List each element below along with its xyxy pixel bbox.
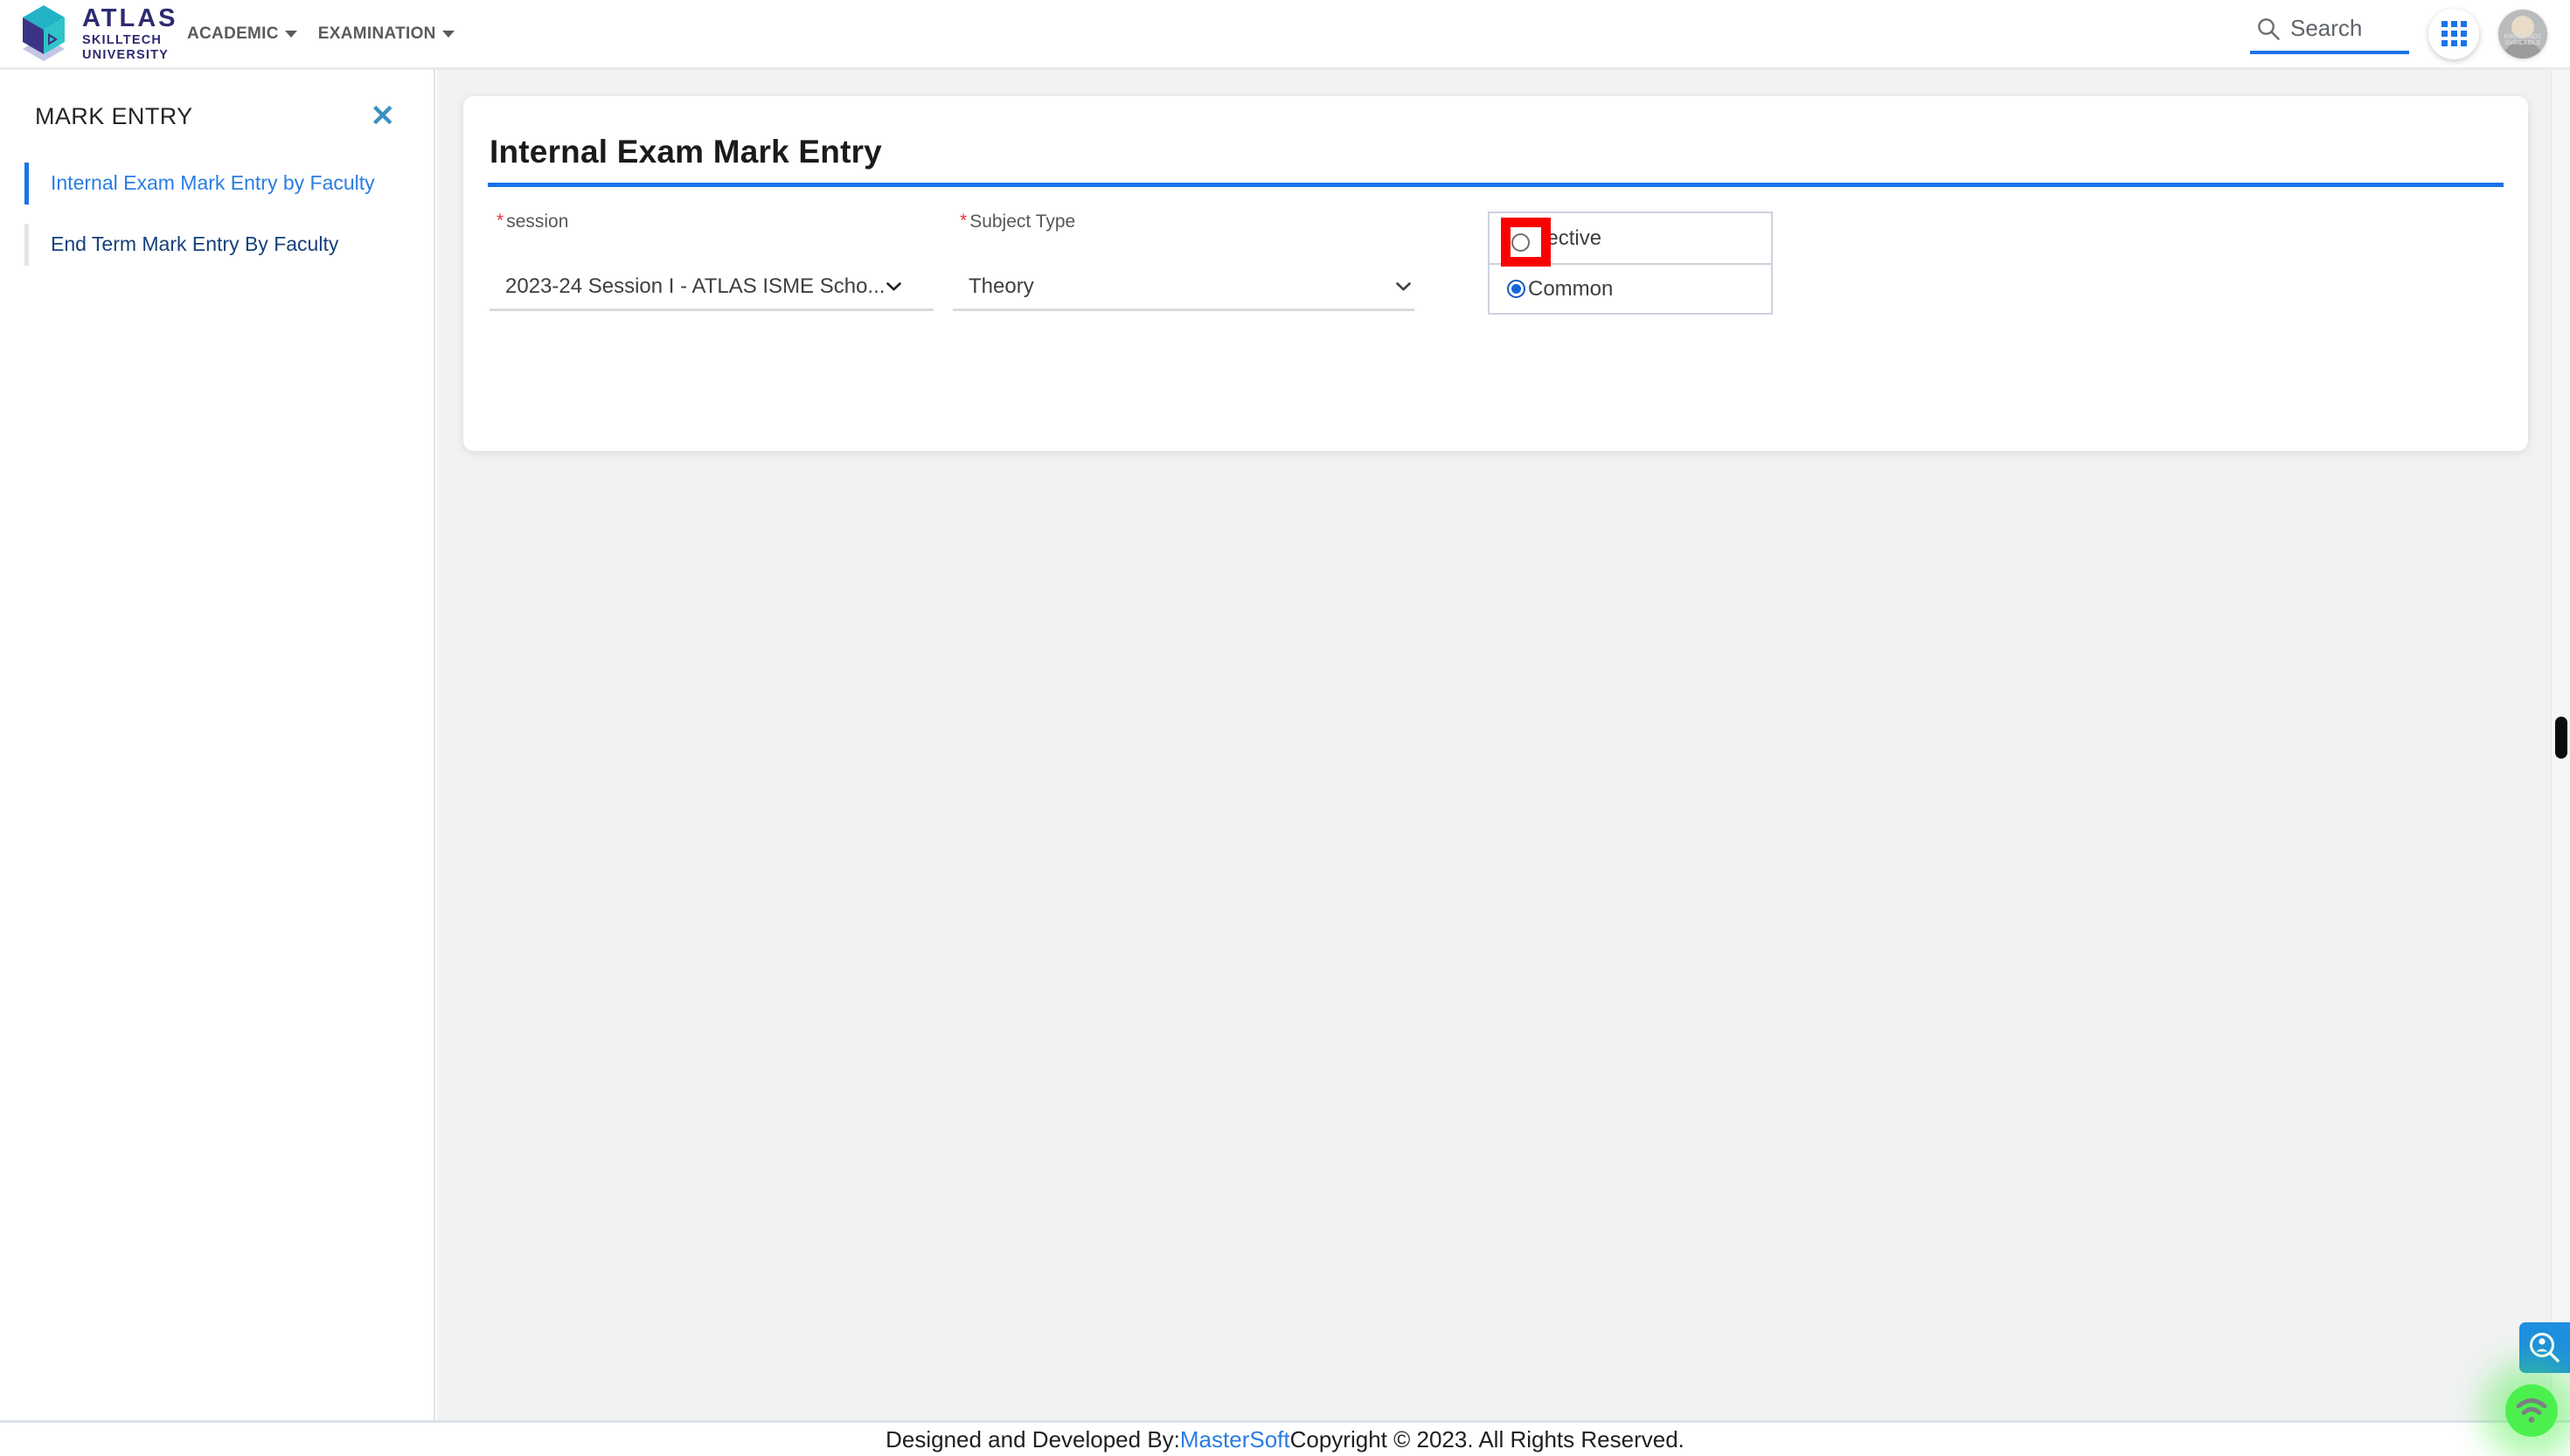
sidebar-item-internal-exam-mark-entry[interactable]: Internal Exam Mark Entry by Faculty: [0, 159, 434, 208]
nav-item-academic-label: ACADEMIC: [187, 24, 279, 43]
brand-name-main: ATLAS: [82, 3, 178, 32]
sidebar-item-label: Internal Exam Mark Entry by Faculty: [51, 171, 375, 194]
chevron-down-icon: [284, 30, 297, 38]
mark-entry-card: Internal Exam Mark Entry * session 2023-2…: [463, 96, 2528, 451]
nav-item-examination-label: EXAMINATION: [317, 24, 436, 43]
apps-grid-button[interactable]: [2428, 8, 2479, 59]
avatar[interactable]: PHOTO NOT AVAILABLE: [2498, 9, 2547, 59]
chevron-down-icon: [1396, 281, 1411, 290]
session-select[interactable]: 2023-24 Session I - ATLAS ISME Scho...: [490, 264, 934, 311]
subject-type-select-value: Theory: [969, 274, 1034, 298]
field-session-label: * session: [490, 211, 953, 232]
top-header-bar: ATLAS SKILLTECH UNIVERSITY ACADEMIC EXAM…: [0, 0, 2570, 70]
search-icon: [2258, 17, 2280, 40]
header-right-actions: Search PHOTO NOT AVAILABLE: [2250, 8, 2570, 59]
radio-button-elective[interactable]: [1507, 229, 1525, 247]
radio-option-elective[interactable]: Elective: [1490, 213, 1771, 263]
sidebar-menu: Internal Exam Mark Entry by Faculty End …: [0, 159, 434, 269]
mastersoft-link[interactable]: MasterSoft: [1180, 1426, 1290, 1453]
search-input[interactable]: Search: [2250, 13, 2409, 54]
page-footer: Designed and Developed By: MasterSoft Co…: [0, 1420, 2570, 1456]
apps-grid-icon: [2441, 21, 2467, 46]
required-asterisk-icon: *: [497, 211, 504, 231]
footer-prefix-text: Designed and Developed By:: [886, 1425, 1180, 1453]
sidebar-item-label: End Term Mark Entry By Faculty: [51, 232, 339, 255]
field-subject-type: * Subject Type Theory: [953, 211, 1460, 315]
sidebar-item-end-term-mark-entry[interactable]: End Term Mark Entry By Faculty: [0, 220, 434, 269]
page-title: Internal Exam Mark Entry: [490, 134, 882, 170]
field-subject-type-label-text: Subject Type: [969, 211, 1076, 232]
wifi-signal-icon: [2516, 1398, 2547, 1423]
radio-button-common[interactable]: [1507, 280, 1525, 298]
person-search-icon: [2530, 1333, 2560, 1362]
sidebar-header: MARK ENTRY ✕: [0, 70, 434, 136]
session-select-value: 2023-24 Session I - ATLAS ISME Scho...: [505, 274, 886, 298]
sidebar: MARK ENTRY ✕ Internal Exam Mark Entry by…: [0, 70, 435, 1420]
brand-name-line2: SKILLTECH: [82, 32, 163, 47]
search-placeholder: Search: [2290, 15, 2363, 41]
avatar-caption: PHOTO NOT AVAILABLE: [2504, 33, 2542, 47]
field-session: * session 2023-24 Session I - ATLAS ISME …: [490, 211, 953, 315]
subject-type-select[interactable]: Theory: [953, 264, 1414, 311]
subject-category-radio-group: Elective Common: [1488, 211, 1773, 315]
brand-name-line3: UNIVERSITY: [82, 48, 170, 62]
brand-logo[interactable]: ATLAS SKILLTECH UNIVERSITY: [12, 2, 176, 66]
vertical-scrollbar[interactable]: [2551, 70, 2570, 1420]
radio-option-common[interactable]: Common: [1490, 263, 1771, 313]
chevron-down-icon: [441, 30, 455, 38]
brand-text: ATLAS SKILLTECH UNIVERSITY: [82, 3, 178, 62]
nav-item-academic[interactable]: ACADEMIC: [187, 19, 297, 49]
close-x-icon[interactable]: ✕: [367, 101, 399, 131]
chevron-down-icon: [886, 281, 902, 290]
form-row: * session 2023-24 Session I - ATLAS ISME …: [463, 187, 2528, 315]
footer-suffix-text: Copyright © 2023. All Rights Reserved.: [1289, 1425, 1684, 1453]
wifi-status-widget[interactable]: [2505, 1384, 2558, 1437]
atlas-cube-logo-icon: [23, 4, 65, 61]
scrollbar-thumb[interactable]: [2555, 717, 2567, 759]
radio-option-elective-label: Elective: [1528, 225, 1602, 250]
main-navigation: ACADEMIC EXAMINATION: [187, 19, 455, 49]
field-session-label-text: session: [506, 211, 569, 232]
field-subject-type-label: * Subject Type: [953, 211, 1460, 232]
radio-option-common-label: Common: [1528, 276, 1614, 301]
required-asterisk-icon: *: [960, 211, 968, 231]
nav-item-examination[interactable]: EXAMINATION: [318, 19, 455, 49]
sidebar-title: MARK ENTRY: [35, 102, 193, 129]
application-root: ATLAS SKILLTECH UNIVERSITY ACADEMIC EXAM…: [0, 0, 2570, 1456]
radio-group-box: Elective Common: [1488, 211, 1773, 315]
person-search-widget-button[interactable]: [2519, 1322, 2570, 1373]
main-content-area: Internal Exam Mark Entry * session 2023-2…: [437, 70, 2570, 1420]
